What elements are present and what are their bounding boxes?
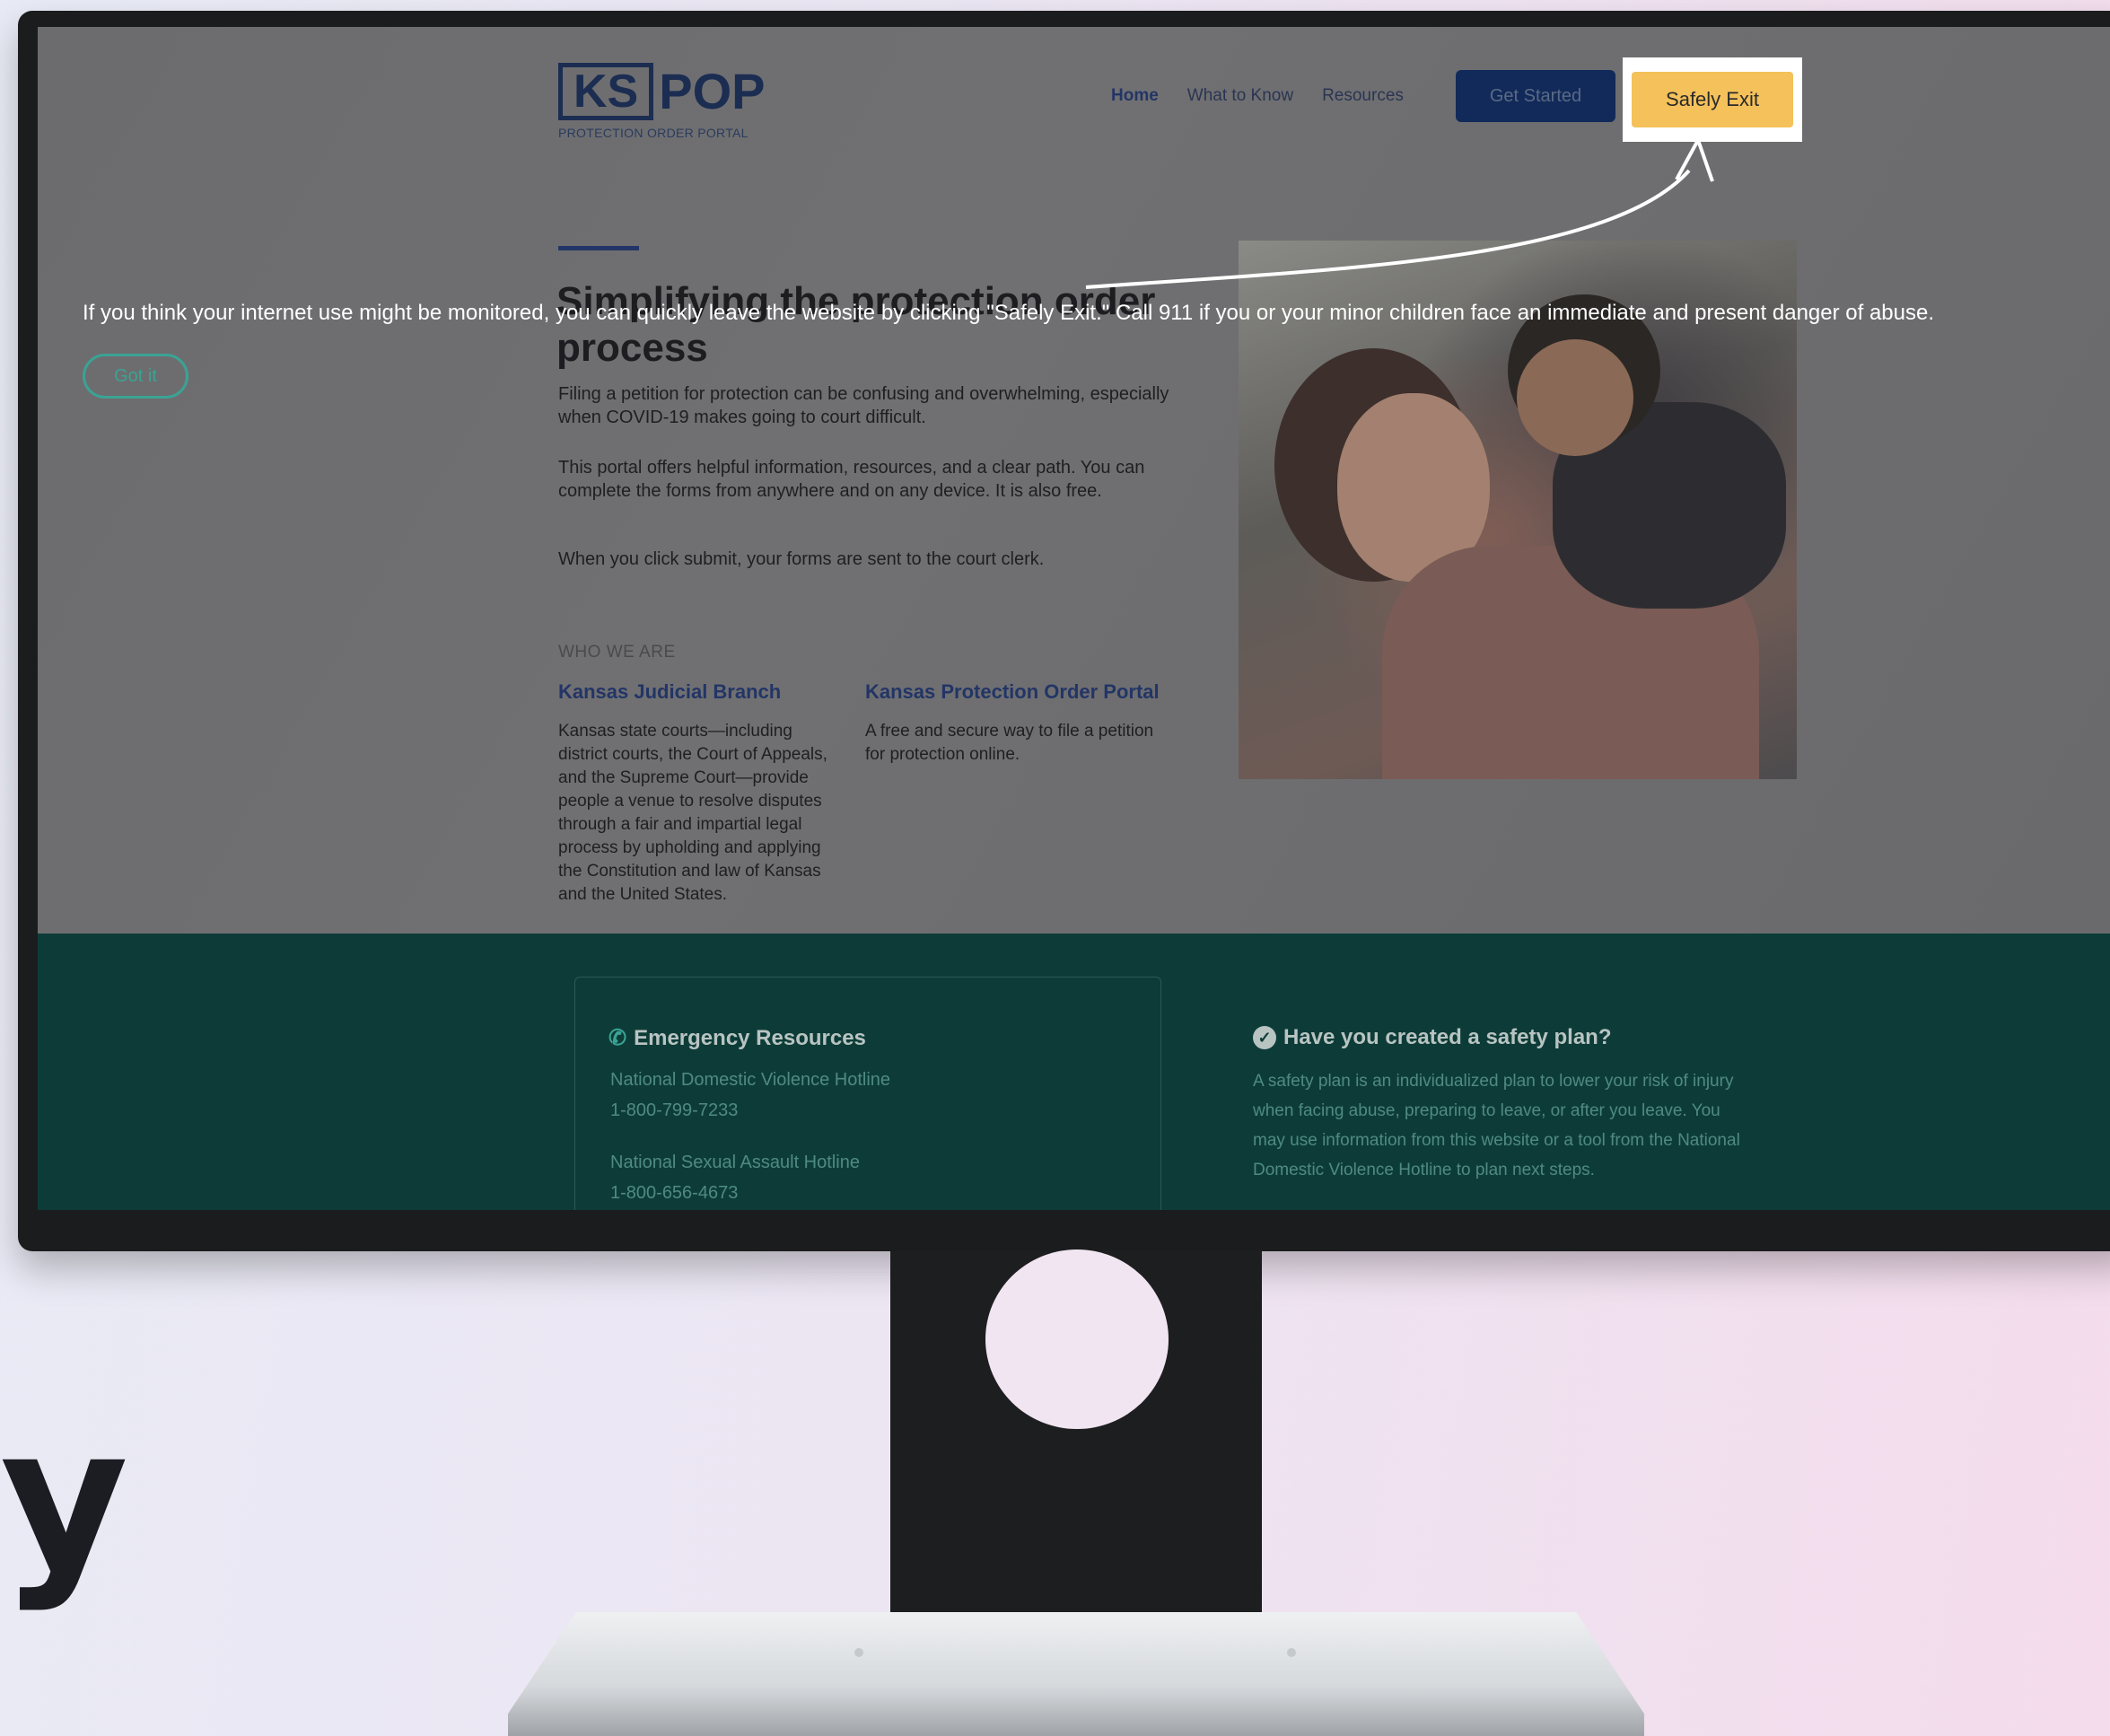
kansas-portal-text: A free and secure way to file a petition… <box>865 722 1154 764</box>
emergency-resources-title: Emergency Resources <box>634 1025 866 1050</box>
arrow-annotation-icon <box>1085 136 1714 289</box>
stand-foot-dot <box>1287 1648 1296 1657</box>
safety-plan-title: Have you created a safety plan? <box>1283 1025 1612 1049</box>
emergency-resources-card <box>574 977 1161 1210</box>
hotline-2-number[interactable]: 1-800-656-4673 <box>610 1183 738 1204</box>
stand-foot-dot <box>854 1648 863 1657</box>
hotline-1-number[interactable]: 1-800-799-7233 <box>610 1100 738 1121</box>
hotline-2-name: National Sexual Assault Hotline <box>610 1153 860 1172</box>
kansas-judicial-branch-link[interactable]: Kansas Judicial Branch <box>558 680 781 704</box>
kansas-judicial-branch-text: Kansas state courts—including district c… <box>558 722 827 904</box>
check-circle-icon: ✓ <box>1253 1026 1276 1049</box>
background-headline-fragment: y <box>0 1384 129 1614</box>
emergency-resources-heading: ✆ Emergency Resources <box>608 1025 866 1051</box>
kansas-portal-link[interactable]: Kansas Protection Order Portal <box>865 680 1160 704</box>
hero-paragraph-2: This portal offers helpful information, … <box>558 458 1145 501</box>
phone-icon: ✆ <box>608 1026 627 1050</box>
hero-paragraph-3: When you click submit, your forms are se… <box>558 549 1045 569</box>
monitor-frame: KS POP PROTECTION ORDER PORTAL Home What… <box>18 11 2110 1251</box>
who-we-are-label: WHO WE ARE <box>558 643 676 662</box>
browser-screen: KS POP PROTECTION ORDER PORTAL Home What… <box>38 27 2110 1210</box>
stand-cable-hole <box>985 1249 1169 1429</box>
hotline-1-name: National Domestic Violence Hotline <box>610 1070 891 1090</box>
safety-plan-heading: ✓ Have you created a safety plan? <box>1253 1025 1611 1050</box>
monitor-stand-base <box>508 1612 1644 1736</box>
safety-plan-text: A safety plan is an individualized plan … <box>1253 1072 1740 1179</box>
hero-paragraph-1: Filing a petition for protection can be … <box>558 384 1169 427</box>
